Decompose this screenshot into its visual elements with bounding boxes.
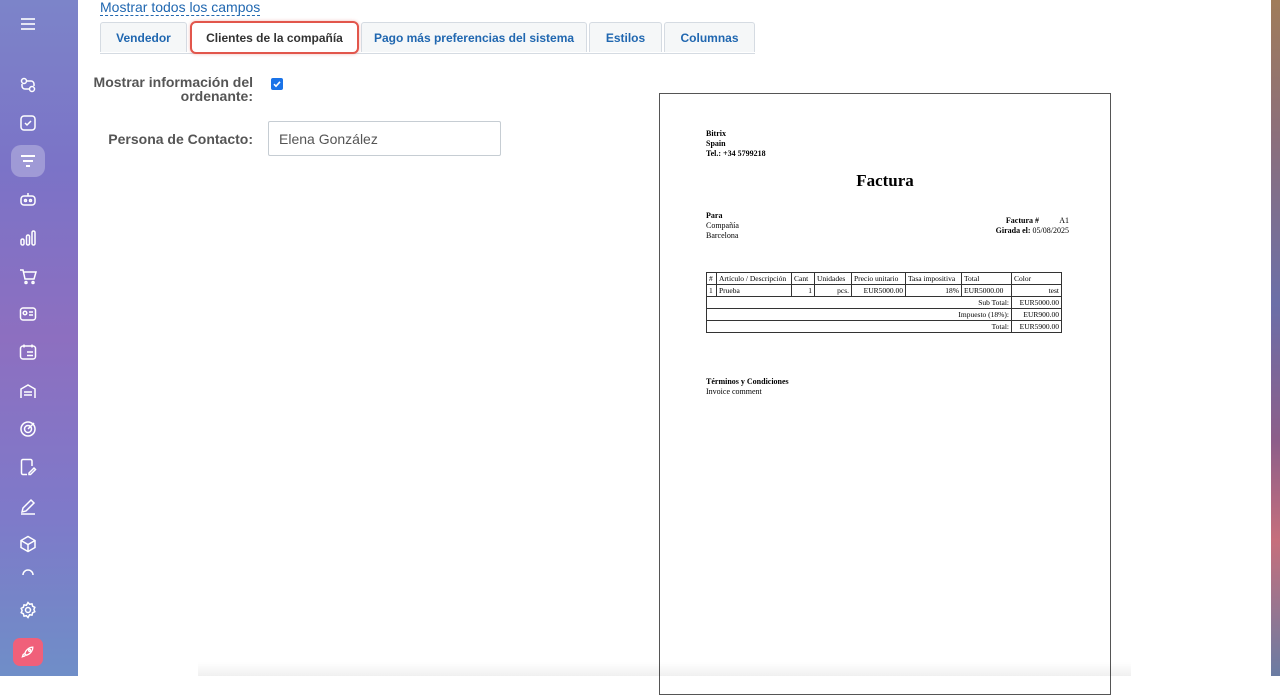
invoice-preview: Bitrix Spain Tel.: +34 5799218 Factura P… (659, 93, 1111, 695)
terms-title: Términos y Condiciones (706, 377, 789, 386)
tab-clientes-compania[interactable]: Clientes de la compañía (190, 21, 359, 54)
box-icon[interactable] (11, 528, 45, 560)
recipient-label: Para (706, 211, 723, 220)
subtotal-label: Sub Total: (706, 296, 1012, 309)
cart-icon[interactable] (11, 260, 45, 292)
terms-block: Términos y Condiciones Invoice comment (706, 377, 789, 397)
warehouse-icon[interactable] (11, 375, 45, 407)
edit-pen-icon[interactable] (11, 490, 45, 522)
contact-person-label: Persona de Contacto: (108, 131, 253, 147)
column-header: Tasa impositiva (905, 272, 962, 285)
invoice-number-value: A1 (1059, 216, 1069, 225)
column-header: Cant (791, 272, 815, 285)
invoice-date-value: 05/08/2025 (1032, 226, 1069, 235)
more-items-icon[interactable] (11, 565, 45, 579)
tax-value: EUR900.00 (1011, 308, 1062, 321)
pipeline-icon[interactable] (11, 69, 45, 101)
tax-row: Impuesto (18%): EUR900.00 (706, 308, 1062, 321)
table-row: 1 Prueba 1 pcs. EUR5000.00 18% EUR5000.0… (706, 284, 1062, 297)
table-header-row: # Artículo / Descripción Cant Unidades P… (706, 272, 1062, 285)
invoice-date-label: Girada el: (995, 226, 1031, 235)
tab-columnas[interactable]: Columnas (664, 22, 755, 52)
seller-company: Bitrix (706, 129, 726, 138)
column-header: Color (1011, 272, 1062, 285)
item-qty: 1 (791, 284, 815, 297)
settings-tabs: Vendedor Clientes de la compañía Pago má… (100, 21, 755, 54)
recipient-company: Compañía (706, 221, 739, 230)
show-orderer-label-line1: Mostrar información del (93, 74, 253, 90)
show-orderer-checkbox[interactable] (271, 78, 283, 90)
column-header: Total (961, 272, 1012, 285)
recipient-city: Barcelona (706, 231, 739, 240)
item-number: 1 (706, 284, 717, 297)
crm-funnel-icon[interactable] (11, 145, 45, 177)
invoice-number-label: Factura # (1005, 216, 1039, 225)
robot-icon[interactable] (11, 183, 45, 215)
invoice-items-table: # Artículo / Descripción Cant Unidades P… (706, 272, 1062, 333)
show-all-fields-link[interactable]: Mostrar todos los campos (100, 0, 261, 16)
show-orderer-label: Mostrar información del ordenante: (88, 75, 253, 103)
rocket-icon[interactable] (13, 638, 43, 666)
total-row: Total: EUR5900.00 (706, 320, 1062, 333)
terms-text: Invoice comment (706, 387, 762, 396)
analytics-icon[interactable] (11, 222, 45, 254)
item-price: EUR5000.00 (851, 284, 906, 297)
item-total: EUR5000.00 (961, 284, 1012, 297)
contact-person-input[interactable]: Elena González (268, 121, 501, 156)
seller-phone: Tel.: +34 5799218 (706, 149, 766, 158)
invoice-meta: Factura # A1 Girada el: 05/08/2025 (996, 216, 1069, 236)
background-image-edge (1271, 0, 1280, 676)
seller-country: Spain (706, 139, 726, 148)
tab-estilos[interactable]: Estilos (589, 22, 662, 52)
bottom-shadow (198, 662, 1131, 676)
invoice-title: Factura (856, 171, 914, 190)
item-unit: pcs. (814, 284, 852, 297)
calendar-list-icon[interactable] (11, 336, 45, 368)
tasks-icon[interactable] (11, 107, 45, 139)
subtotal-row: Sub Total: EUR5000.00 (706, 296, 1062, 309)
column-header: # (706, 272, 717, 285)
contact-card-icon[interactable] (11, 298, 45, 330)
subtotal-value: EUR5000.00 (1011, 296, 1062, 309)
column-header: Artículo / Descripción (716, 272, 792, 285)
total-value: EUR5900.00 (1011, 320, 1062, 333)
main-content: Mostrar todos los campos Vendedor Client… (78, 0, 1271, 695)
column-header: Precio unitario (851, 272, 906, 285)
item-tax: 18% (905, 284, 962, 297)
tab-pago-preferencias[interactable]: Pago más preferencias del sistema (361, 22, 587, 52)
tax-label: Impuesto (18%): (706, 308, 1012, 321)
show-orderer-label-line2: ordenante: (180, 88, 253, 104)
settings-icon[interactable] (11, 594, 45, 626)
signed-document-icon[interactable] (11, 451, 45, 483)
tab-vendedor[interactable]: Vendedor (100, 22, 187, 52)
item-name: Prueba (716, 284, 792, 297)
left-sidebar (0, 0, 78, 676)
total-label: Total: (706, 320, 1012, 333)
seller-block: Bitrix Spain Tel.: +34 5799218 (706, 129, 766, 159)
column-header: Unidades (814, 272, 852, 285)
menu-icon[interactable] (11, 8, 45, 40)
recipient-block: Para Compañía Barcelona (706, 211, 739, 241)
item-color: test (1011, 284, 1062, 297)
target-icon[interactable] (11, 413, 45, 445)
